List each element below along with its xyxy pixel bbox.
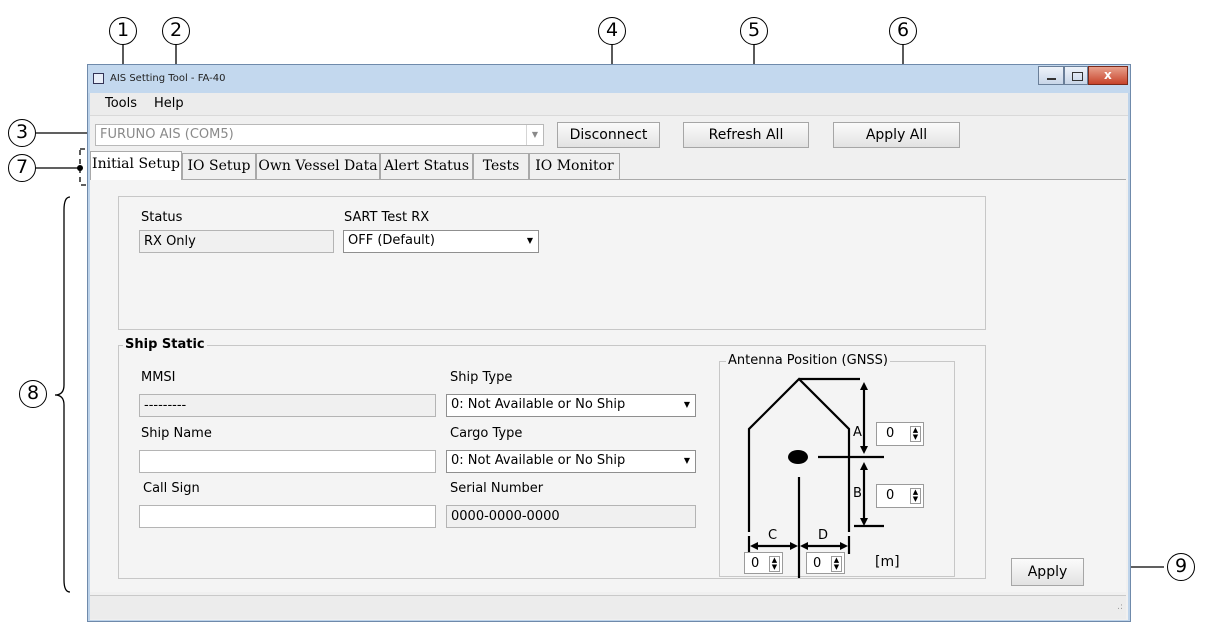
- mmsi-field: ---------: [139, 394, 436, 417]
- spin-updown-icon[interactable]: ▲ ▼: [769, 556, 780, 572]
- call-sign-label: Call Sign: [143, 481, 200, 496]
- status-group: Status RX Only SART Test RX OFF (Default…: [118, 196, 986, 330]
- status-label: Status: [141, 210, 183, 225]
- tab-initial-setup[interactable]: Initial Setup: [90, 151, 182, 180]
- status-field: RX Only: [139, 230, 334, 253]
- maximize-button[interactable]: [1064, 66, 1088, 85]
- ship-name-input[interactable]: [139, 450, 436, 473]
- chevron-down-icon[interactable]: ▼: [522, 231, 538, 252]
- tab-io-setup[interactable]: IO Setup: [182, 153, 256, 179]
- window-title: AIS Setting Tool - FA-40: [110, 73, 226, 84]
- mmsi-label: MMSI: [141, 370, 176, 385]
- close-button[interactable]: x: [1088, 66, 1128, 85]
- antenna-b-label: B: [853, 486, 862, 501]
- chevron-down-icon[interactable]: ▼: [679, 395, 695, 416]
- antenna-diagram: [747, 377, 884, 578]
- antenna-d-value: 0: [813, 556, 822, 571]
- disconnect-button[interactable]: Disconnect: [557, 122, 660, 148]
- resize-grip-icon[interactable]: .:: [1117, 602, 1123, 612]
- status-bar: .:: [90, 595, 1126, 619]
- spin-updown-icon[interactable]: ▲ ▼: [910, 426, 921, 442]
- antenna-a-spinner[interactable]: 0 ▲ ▼: [876, 422, 924, 446]
- spin-updown-icon[interactable]: ▲ ▼: [910, 488, 921, 504]
- port-select[interactable]: FURUNO AIS (COM5) ▼: [95, 124, 544, 146]
- ship-type-value: 0: Not Available or No Ship: [451, 397, 626, 412]
- app-icon: [93, 73, 104, 84]
- antenna-c-value: 0: [751, 556, 760, 571]
- antenna-b-value: 0: [886, 488, 895, 503]
- maximize-icon: [1072, 72, 1083, 81]
- antenna-d-spinner[interactable]: 0 ▲ ▼: [806, 552, 845, 574]
- callout-5: 5: [740, 17, 768, 45]
- sart-test-rx-select[interactable]: OFF (Default) ▼: [343, 230, 539, 253]
- initial-setup-page: Status RX Only SART Test RX OFF (Default…: [90, 179, 1126, 592]
- tab-own-vessel-data[interactable]: Own Vessel Data: [256, 153, 380, 179]
- antenna-d-label: D: [818, 528, 829, 543]
- antenna-a-value: 0: [886, 426, 895, 441]
- apply-button[interactable]: Apply: [1011, 558, 1084, 586]
- tab-io-monitor[interactable]: IO Monitor: [529, 153, 620, 179]
- antenna-b-spinner[interactable]: 0 ▲ ▼: [876, 484, 924, 508]
- sart-test-rx-value: OFF (Default): [348, 233, 435, 248]
- apply-all-button[interactable]: Apply All: [833, 122, 960, 148]
- callout-9: 9: [1167, 553, 1195, 581]
- menu-help[interactable]: Help: [154, 96, 184, 111]
- antenna-c-label: C: [768, 528, 778, 543]
- ship-name-label: Ship Name: [141, 426, 212, 441]
- cargo-type-value: 0: Not Available or No Ship: [451, 453, 626, 468]
- ship-static-group: Ship Static MMSI --------- Ship Name Cal…: [118, 337, 986, 579]
- ship-type-select[interactable]: 0: Not Available or No Ship ▼: [446, 394, 696, 417]
- callout-2: 2: [162, 17, 190, 45]
- tab-alert-status[interactable]: Alert Status: [380, 153, 473, 179]
- call-sign-input[interactable]: [139, 505, 436, 528]
- antenna-unit-label: [m]: [875, 554, 900, 570]
- ship-static-title: Ship Static: [123, 337, 207, 352]
- callout-3: 3: [8, 119, 36, 147]
- cargo-type-label: Cargo Type: [450, 426, 523, 441]
- chevron-down-icon[interactable]: ▼: [526, 125, 543, 145]
- serial-number-field: 0000-0000-0000: [446, 505, 696, 528]
- callout-6: 6: [889, 17, 917, 45]
- tab-tests[interactable]: Tests: [473, 153, 529, 179]
- ship-type-label: Ship Type: [450, 370, 513, 385]
- cargo-type-select[interactable]: 0: Not Available or No Ship ▼: [446, 450, 696, 473]
- antenna-position-group: Antenna Position (GNSS) A B C D 0 ▲ ▼ 0 …: [719, 353, 955, 578]
- close-icon: x: [1104, 68, 1112, 82]
- sart-test-rx-label: SART Test RX: [344, 210, 430, 225]
- client-area: Tools Help FURUNO AIS (COM5) ▼ Disconnec…: [90, 93, 1128, 620]
- minimize-button[interactable]: [1038, 66, 1064, 85]
- app-window: AIS Setting Tool - FA-40 x Tools Help FU…: [87, 64, 1131, 622]
- callout-7: 7: [8, 154, 36, 182]
- spin-updown-icon[interactable]: ▲ ▼: [831, 556, 842, 572]
- menu-bar: Tools Help: [90, 93, 1128, 116]
- chevron-down-icon[interactable]: ▼: [679, 451, 695, 472]
- minimize-icon: [1047, 78, 1056, 80]
- callout-1: 1: [109, 17, 137, 45]
- callout-8: 8: [19, 380, 47, 408]
- antenna-a-label: A: [853, 425, 862, 440]
- callout-4: 4: [598, 17, 626, 45]
- serial-number-label: Serial Number: [450, 481, 544, 496]
- refresh-all-button[interactable]: Refresh All: [683, 122, 809, 148]
- menu-tools[interactable]: Tools: [105, 96, 137, 111]
- port-select-value: FURUNO AIS (COM5): [100, 127, 234, 142]
- title-bar[interactable]: AIS Setting Tool - FA-40 x: [88, 65, 1130, 93]
- antenna-c-spinner[interactable]: 0 ▲ ▼: [744, 552, 783, 574]
